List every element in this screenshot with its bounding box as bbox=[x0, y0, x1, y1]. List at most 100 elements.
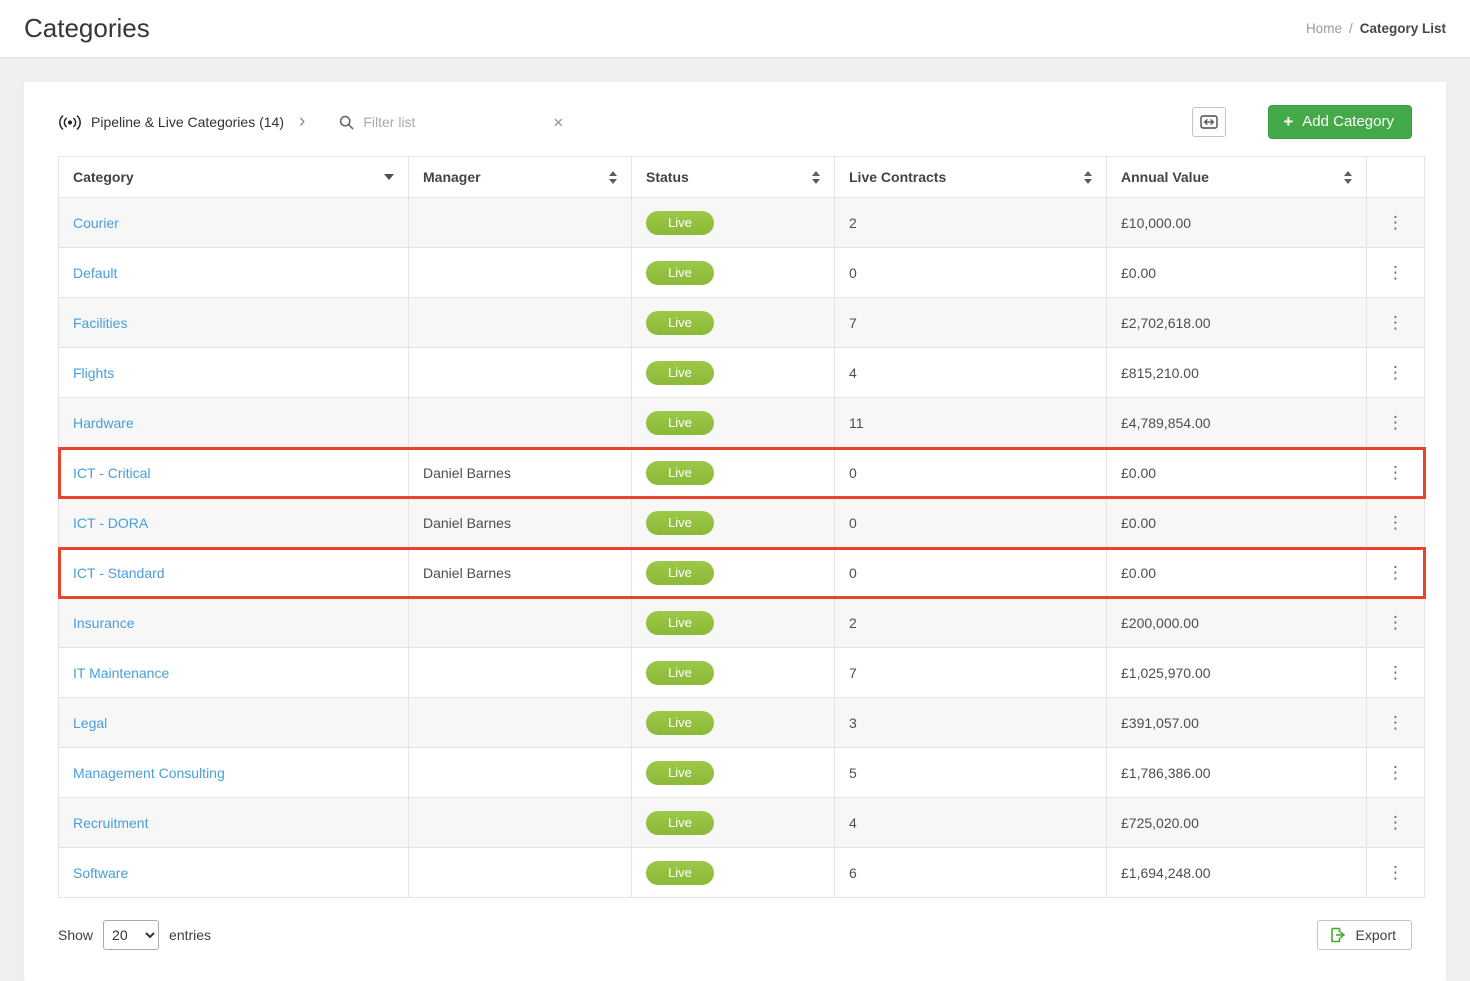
breadcrumb: Home / Category List bbox=[1306, 21, 1446, 36]
status-badge: Live bbox=[646, 461, 714, 485]
manager-name: Daniel Barnes bbox=[423, 465, 511, 481]
column-header-manager[interactable]: Manager bbox=[409, 157, 632, 198]
row-actions-kebab-icon[interactable]: ⋮ bbox=[1387, 563, 1404, 582]
column-header-annual-value[interactable]: Annual Value bbox=[1107, 157, 1367, 198]
annual-value: £2,702,618.00 bbox=[1121, 315, 1211, 331]
column-label-annual-value: Annual Value bbox=[1121, 169, 1209, 185]
annual-value: £4,789,854.00 bbox=[1121, 415, 1211, 431]
expand-table-button[interactable] bbox=[1192, 107, 1226, 137]
category-link[interactable]: Hardware bbox=[73, 415, 134, 431]
category-link[interactable]: Flights bbox=[73, 365, 114, 381]
breadcrumb-separator: / bbox=[1349, 21, 1353, 36]
row-actions-kebab-icon[interactable]: ⋮ bbox=[1387, 313, 1404, 332]
column-label-category: Category bbox=[73, 169, 134, 185]
categories-card: Pipeline & Live Categories (14) › × + Ad… bbox=[24, 82, 1446, 981]
category-link[interactable]: ICT - Standard bbox=[73, 565, 165, 581]
column-header-actions bbox=[1367, 157, 1425, 198]
row-actions-kebab-icon[interactable]: ⋮ bbox=[1387, 663, 1404, 682]
row-actions-kebab-icon[interactable]: ⋮ bbox=[1387, 363, 1404, 382]
sort-icon bbox=[1344, 171, 1352, 184]
table-row: IT Maintenance Live 7 £1,025,970.00 ⋮ bbox=[59, 648, 1425, 698]
row-actions-kebab-icon[interactable]: ⋮ bbox=[1387, 863, 1404, 882]
status-badge: Live bbox=[646, 561, 714, 585]
status-badge: Live bbox=[646, 661, 714, 685]
status-badge: Live bbox=[646, 311, 714, 335]
entries-label: entries bbox=[169, 927, 211, 943]
column-label-status: Status bbox=[646, 169, 689, 185]
status-badge: Live bbox=[646, 511, 714, 535]
live-contracts-value: 0 bbox=[849, 265, 857, 281]
category-link[interactable]: Management Consulting bbox=[73, 765, 225, 781]
table-row: Hardware Live 11 £4,789,854.00 ⋮ bbox=[59, 398, 1425, 448]
add-category-label: Add Category bbox=[1302, 113, 1394, 130]
table-row: Recruitment Live 4 £725,020.00 ⋮ bbox=[59, 798, 1425, 848]
live-contracts-value: 0 bbox=[849, 565, 857, 581]
table-row: ICT - DORA Daniel Barnes Live 0 £0.00 ⋮ bbox=[59, 498, 1425, 548]
row-actions-kebab-icon[interactable]: ⋮ bbox=[1387, 813, 1404, 832]
list-selector[interactable]: Pipeline & Live Categories (14) › bbox=[58, 114, 305, 130]
row-actions-kebab-icon[interactable]: ⋮ bbox=[1387, 613, 1404, 632]
annual-value: £200,000.00 bbox=[1121, 615, 1199, 631]
row-actions-kebab-icon[interactable]: ⋮ bbox=[1387, 413, 1404, 432]
column-header-status[interactable]: Status bbox=[632, 157, 835, 198]
status-badge: Live bbox=[646, 811, 714, 835]
row-actions-kebab-icon[interactable]: ⋮ bbox=[1387, 763, 1404, 782]
page-size-control: Show 20 entries bbox=[58, 920, 211, 950]
category-link[interactable]: Facilities bbox=[73, 315, 127, 331]
search-icon bbox=[339, 115, 354, 130]
category-link[interactable]: Default bbox=[73, 265, 117, 281]
table-row: Flights Live 4 £815,210.00 ⋮ bbox=[59, 348, 1425, 398]
category-link[interactable]: ICT - DORA bbox=[73, 515, 148, 531]
annual-value: £815,210.00 bbox=[1121, 365, 1199, 381]
row-actions-kebab-icon[interactable]: ⋮ bbox=[1387, 213, 1404, 232]
table-body: Courier Live 2 £10,000.00 ⋮ Default Live… bbox=[59, 198, 1425, 898]
category-link[interactable]: Courier bbox=[73, 215, 119, 231]
export-label: Export bbox=[1356, 927, 1396, 943]
breadcrumb-current: Category List bbox=[1360, 21, 1446, 36]
table-row: Insurance Live 2 £200,000.00 ⋮ bbox=[59, 598, 1425, 648]
column-header-category[interactable]: Category bbox=[59, 157, 409, 198]
add-category-button[interactable]: + Add Category bbox=[1268, 105, 1412, 139]
annual-value: £0.00 bbox=[1121, 265, 1156, 281]
category-link[interactable]: ICT - Critical bbox=[73, 465, 151, 481]
manager-name: Daniel Barnes bbox=[423, 565, 511, 581]
page-size-select[interactable]: 20 bbox=[103, 920, 159, 950]
status-badge: Live bbox=[646, 211, 714, 235]
manager-name: Daniel Barnes bbox=[423, 515, 511, 531]
live-contracts-value: 6 bbox=[849, 865, 857, 881]
sort-icon bbox=[609, 171, 617, 184]
status-badge: Live bbox=[646, 361, 714, 385]
row-actions-kebab-icon[interactable]: ⋮ bbox=[1387, 463, 1404, 482]
filter-box: × bbox=[339, 114, 554, 131]
annual-value: £1,786,386.00 bbox=[1121, 765, 1211, 781]
category-link[interactable]: Insurance bbox=[73, 615, 134, 631]
row-actions-kebab-icon[interactable]: ⋮ bbox=[1387, 263, 1404, 282]
sort-descending-icon bbox=[384, 174, 394, 180]
live-contracts-value: 7 bbox=[849, 315, 857, 331]
export-icon bbox=[1330, 927, 1347, 943]
category-link[interactable]: Recruitment bbox=[73, 815, 148, 831]
table-row: Management Consulting Live 5 £1,786,386.… bbox=[59, 748, 1425, 798]
row-actions-kebab-icon[interactable]: ⋮ bbox=[1387, 713, 1404, 732]
clear-filter-icon[interactable]: × bbox=[553, 114, 563, 131]
page-header: Categories Home / Category List bbox=[0, 0, 1470, 58]
table-row: Software Live 6 £1,694,248.00 ⋮ bbox=[59, 848, 1425, 898]
table-row: Facilities Live 7 £2,702,618.00 ⋮ bbox=[59, 298, 1425, 348]
category-link[interactable]: Legal bbox=[73, 715, 107, 731]
live-contracts-value: 7 bbox=[849, 665, 857, 681]
sort-icon bbox=[812, 171, 820, 184]
toolbar: Pipeline & Live Categories (14) › × + Ad… bbox=[58, 102, 1412, 142]
category-link[interactable]: Software bbox=[73, 865, 128, 881]
row-actions-kebab-icon[interactable]: ⋮ bbox=[1387, 513, 1404, 532]
annual-value: £0.00 bbox=[1121, 565, 1156, 581]
breadcrumb-home-link[interactable]: Home bbox=[1306, 21, 1342, 36]
category-link[interactable]: IT Maintenance bbox=[73, 665, 169, 681]
live-contracts-value: 2 bbox=[849, 615, 857, 631]
export-button[interactable]: Export bbox=[1317, 920, 1412, 950]
status-badge: Live bbox=[646, 611, 714, 635]
filter-input[interactable] bbox=[363, 114, 544, 130]
annual-value: £1,025,970.00 bbox=[1121, 665, 1211, 681]
column-header-live-contracts[interactable]: Live Contracts bbox=[835, 157, 1107, 198]
list-selector-label: Pipeline & Live Categories (14) bbox=[91, 114, 284, 130]
sort-icon bbox=[1084, 171, 1092, 184]
